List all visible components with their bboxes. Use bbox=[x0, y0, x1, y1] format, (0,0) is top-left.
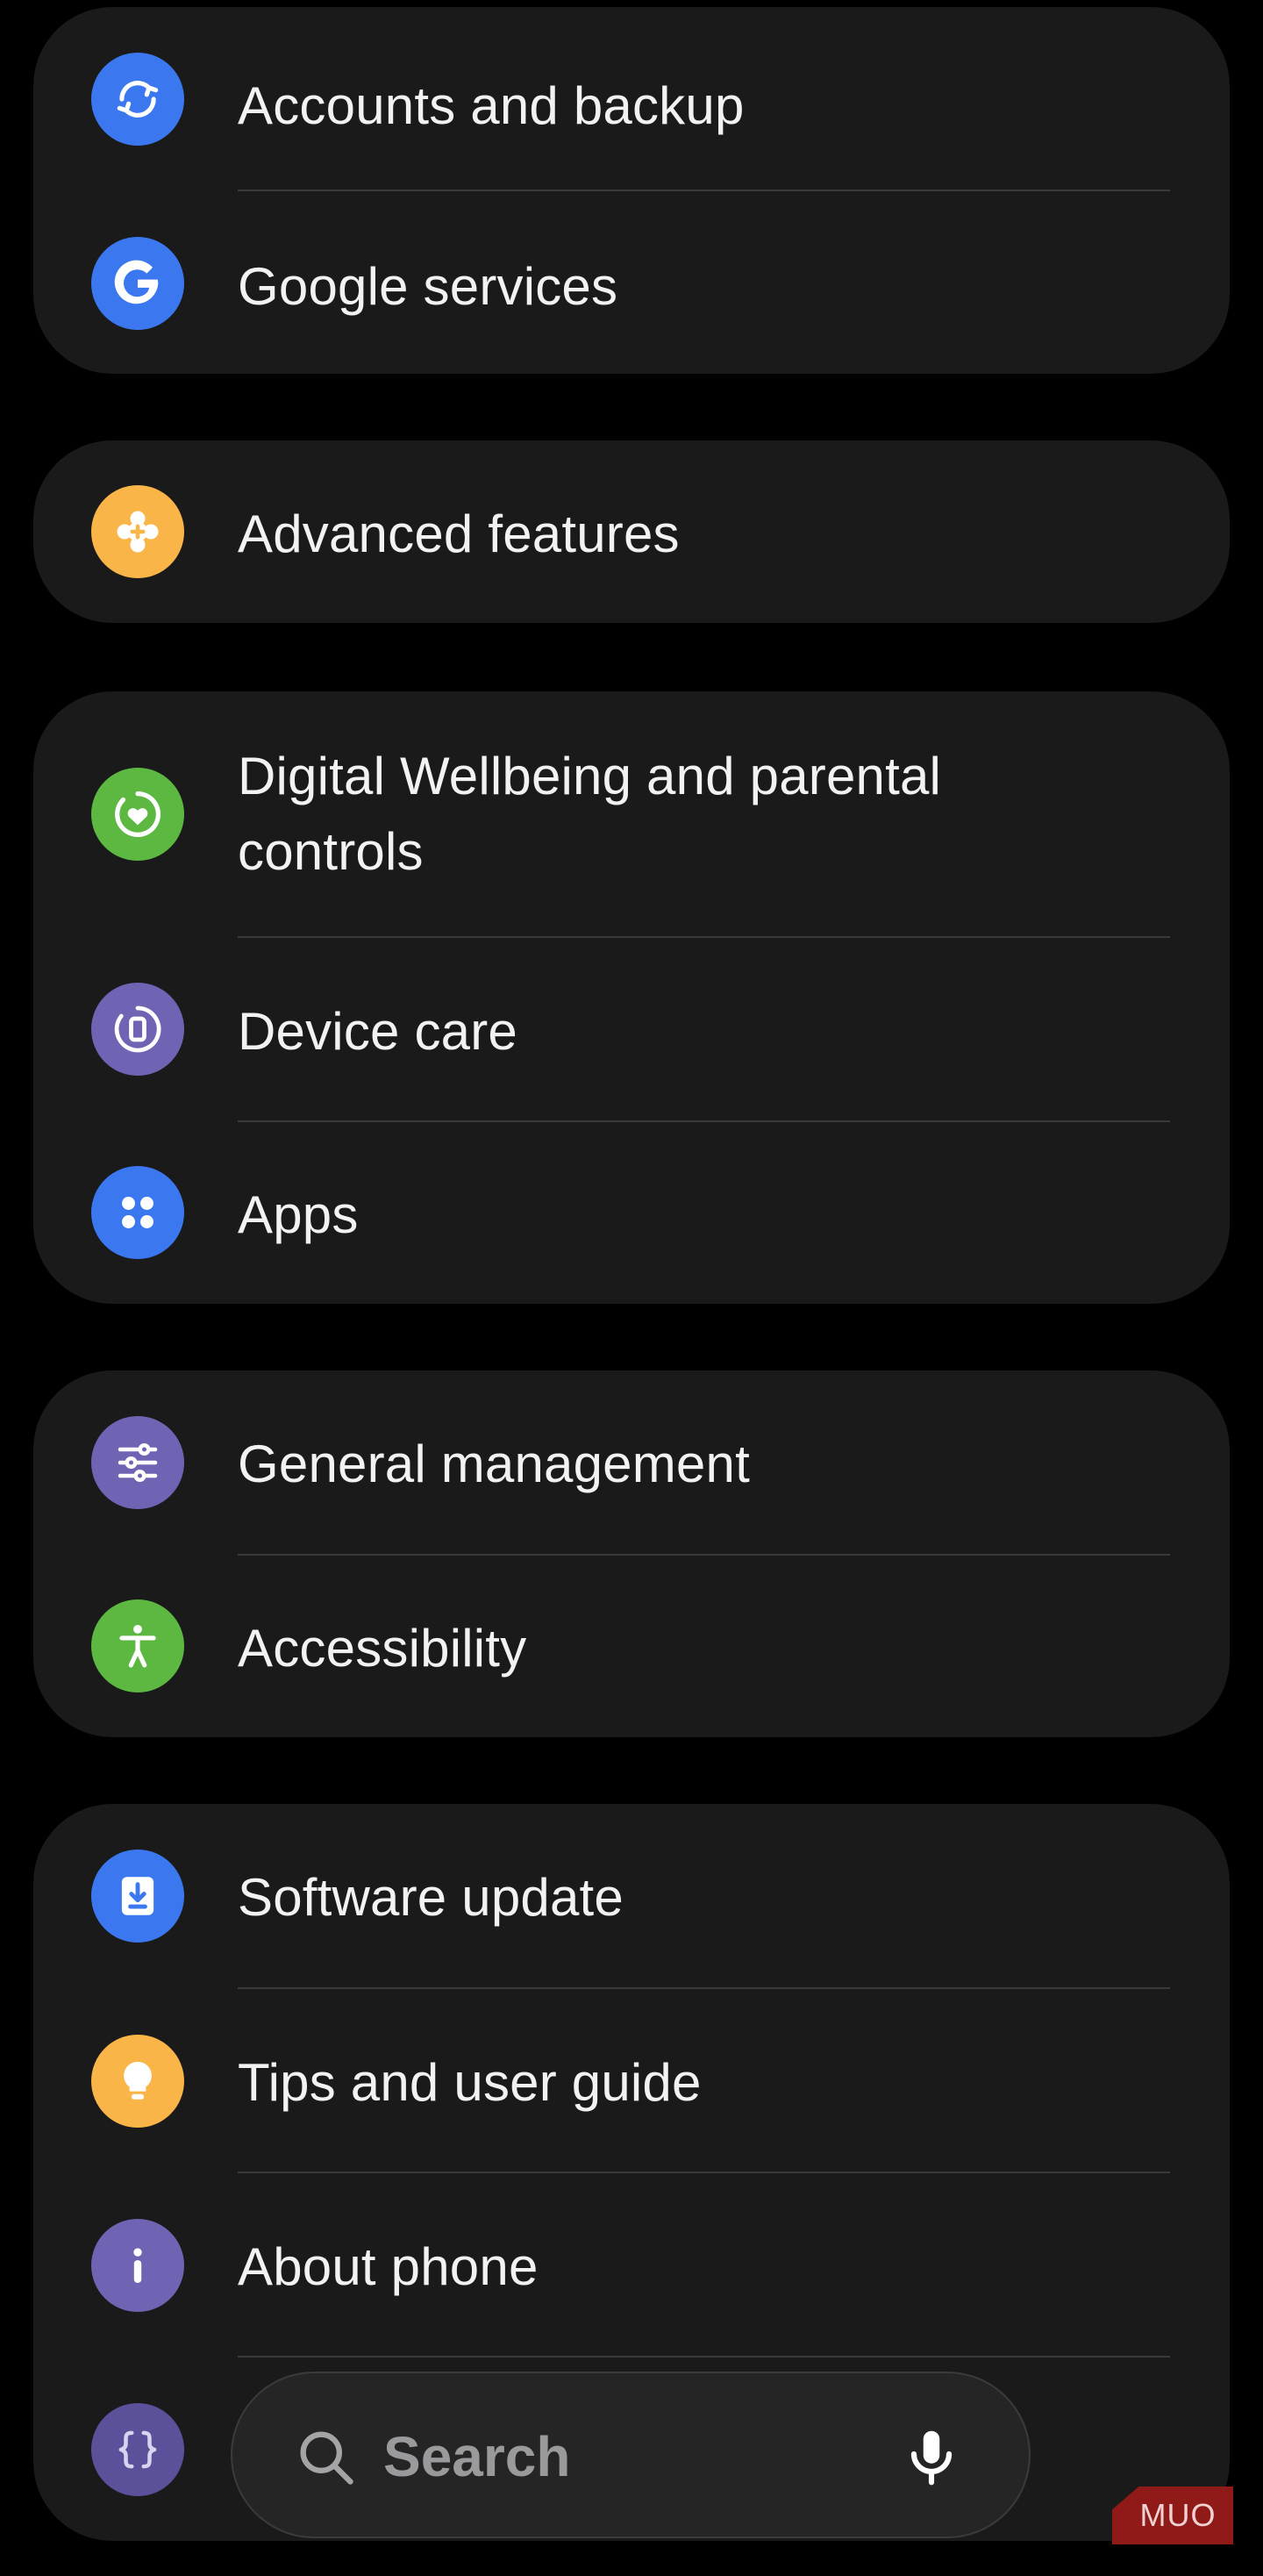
settings-group-device: Digital Wellbeing and parental controls … bbox=[33, 691, 1230, 1304]
sliders-icon bbox=[91, 1416, 184, 1509]
braces-icon bbox=[91, 2403, 184, 2496]
setting-accessibility[interactable]: Accessibility bbox=[33, 1556, 1230, 1737]
setting-digital-wellbeing[interactable]: Digital Wellbeing and parental controls bbox=[33, 691, 1230, 937]
info-icon bbox=[91, 2219, 184, 2312]
search-bar[interactable]: Search bbox=[231, 2372, 1031, 2538]
watermark-logo: MUO bbox=[1112, 2487, 1233, 2544]
setting-advanced-features[interactable]: Advanced features bbox=[33, 440, 1230, 623]
setting-general-management[interactable]: General management bbox=[33, 1370, 1230, 1555]
sync-icon bbox=[91, 53, 184, 146]
setting-label: Device care bbox=[238, 1002, 517, 1061]
settings-group-general: General management Accessibility bbox=[33, 1370, 1230, 1737]
settings-group-advanced: Advanced features bbox=[33, 440, 1230, 623]
setting-label: Advanced features bbox=[238, 504, 680, 563]
setting-label: Tips and user guide bbox=[238, 2053, 702, 2112]
setting-label: Software update bbox=[238, 1868, 624, 1927]
setting-device-care[interactable]: Device care bbox=[33, 938, 1230, 1120]
device-care-icon bbox=[91, 983, 184, 1076]
apps-grid-icon bbox=[91, 1166, 184, 1259]
settings-group-accounts: Accounts and backup Google services bbox=[33, 7, 1230, 374]
setting-label: General management bbox=[238, 1435, 750, 1493]
plus-gear-icon bbox=[91, 485, 184, 578]
setting-tips-guide[interactable]: Tips and user guide bbox=[33, 1989, 1230, 2172]
setting-accounts-backup[interactable]: Accounts and backup bbox=[33, 7, 1230, 191]
setting-label: Apps bbox=[238, 1185, 359, 1244]
download-icon bbox=[91, 1850, 184, 1943]
accessibility-person-icon bbox=[91, 1599, 184, 1692]
lightbulb-icon bbox=[91, 2035, 184, 2128]
setting-google-services[interactable]: Google services bbox=[33, 191, 1230, 374]
heart-circle-icon bbox=[91, 768, 184, 861]
setting-label: Google services bbox=[238, 257, 618, 316]
microphone-icon[interactable] bbox=[899, 2422, 964, 2496]
google-g-icon bbox=[91, 237, 184, 330]
setting-software-update[interactable]: Software update bbox=[33, 1804, 1230, 1988]
setting-label: Accounts and backup bbox=[238, 76, 745, 135]
setting-label: Digital Wellbeing and parental controls bbox=[238, 747, 942, 881]
search-icon bbox=[292, 2423, 359, 2494]
setting-label: Accessibility bbox=[238, 1619, 527, 1678]
search-input[interactable]: Search bbox=[383, 2419, 570, 2494]
setting-apps[interactable]: Apps bbox=[33, 1122, 1230, 1304]
setting-label: About phone bbox=[238, 2237, 539, 2296]
setting-about-phone[interactable]: About phone bbox=[33, 2173, 1230, 2357]
